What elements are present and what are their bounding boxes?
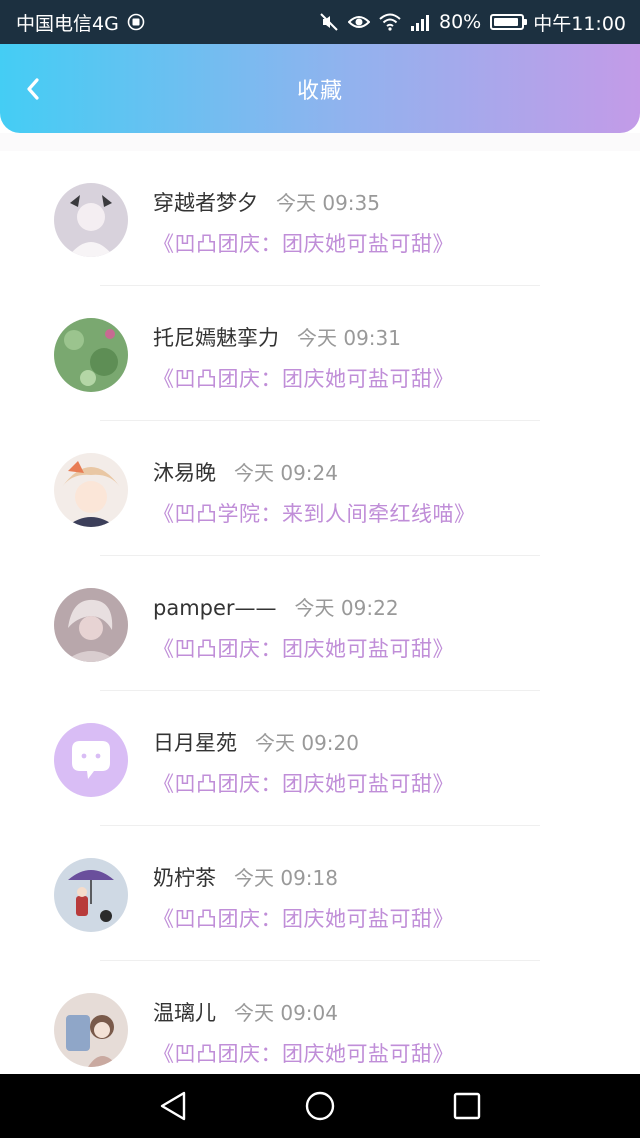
name-row: 奶柠茶 今天 09:18 <box>153 862 338 892</box>
name-row: 沐易晚 今天 09:24 <box>153 457 338 487</box>
song-title[interactable]: 《凹凸团庆：团庆她可盐可甜》 <box>153 903 454 933</box>
signal-icon <box>410 13 430 31</box>
home-circle-icon <box>305 1091 335 1121</box>
status-bar: 中国电信4G 80% 中午11:00 <box>0 0 640 44</box>
sim-icon <box>127 13 145 31</box>
song-title[interactable]: 《凹凸团庆：团庆她可盐可甜》 <box>153 768 454 798</box>
status-right: 80% 中午11:00 <box>319 9 626 36</box>
user-name[interactable]: 温璃儿 <box>153 997 216 1027</box>
list-item[interactable]: 托尼嫣魅挛力 今天 09:31 《凹凸团庆：团庆她可盐可甜》 <box>0 286 640 421</box>
song-title[interactable]: 《凹凸团庆：团庆她可盐可甜》 <box>153 363 454 393</box>
system-nav-bar <box>0 1074 640 1138</box>
timestamp: 今天 09:24 <box>234 461 338 485</box>
song-title[interactable]: 《凹凸团庆：团庆她可盐可甜》 <box>153 633 454 663</box>
timestamp: 今天 09:35 <box>276 191 380 215</box>
avatar[interactable] <box>54 318 128 392</box>
name-row: 温璃儿 今天 09:04 <box>153 997 338 1027</box>
avatar[interactable] <box>54 183 128 257</box>
user-name[interactable]: 穿越者梦夕 <box>153 187 258 217</box>
name-row: 穿越者梦夕 今天 09:35 <box>153 187 380 217</box>
name-row: pamper—— 今天 09:22 <box>153 592 399 621</box>
list-item[interactable]: 温璃儿 今天 09:04 《凹凸团庆：团庆她可盐可甜》 <box>0 961 640 1074</box>
back-triangle-icon <box>161 1091 186 1121</box>
list-item[interactable]: 奶柠茶 今天 09:18 《凹凸团庆：团庆她可盐可甜》 <box>0 826 640 961</box>
song-title[interactable]: 《凹凸团庆：团庆她可盐可甜》 <box>153 228 454 258</box>
mute-icon <box>319 12 339 32</box>
carrier-label: 中国电信4G <box>16 12 119 35</box>
wifi-icon <box>379 13 401 31</box>
user-name[interactable]: pamper—— <box>153 596 277 620</box>
user-name[interactable]: 托尼嫣魅挛力 <box>153 322 279 352</box>
battery-icon <box>490 14 528 30</box>
name-row: 日月星苑 今天 09:20 <box>153 727 359 757</box>
avatar[interactable] <box>54 858 128 932</box>
favorites-list: 穿越者梦夕 今天 09:35 《凹凸团庆：团庆她可盐可甜》 托尼嫣魅挛力 今天 … <box>0 151 640 1074</box>
nav-recents-button[interactable] <box>437 1076 497 1136</box>
user-name[interactable]: 日月星苑 <box>153 727 237 757</box>
eye-icon <box>348 14 370 30</box>
header: 收藏 <box>0 44 640 133</box>
nav-home-button[interactable] <box>290 1076 350 1136</box>
nav-back-button[interactable] <box>143 1076 203 1136</box>
user-name[interactable]: 奶柠茶 <box>153 862 216 892</box>
avatar[interactable] <box>54 453 128 527</box>
battery-percent: 80% <box>439 11 482 33</box>
list-item[interactable]: 日月星苑 今天 09:20 《凹凸团庆：团庆她可盐可甜》 <box>0 691 640 826</box>
page-title: 收藏 <box>296 78 343 104</box>
header-gap <box>0 133 640 151</box>
list-item[interactable]: 沐易晚 今天 09:24 《凹凸学院：来到人间牵红线喵》 <box>0 421 640 556</box>
timestamp: 今天 09:20 <box>255 731 359 755</box>
user-name[interactable]: 沐易晚 <box>153 457 216 487</box>
song-title[interactable]: 《凹凸团庆：团庆她可盐可甜》 <box>153 1038 454 1068</box>
avatar[interactable] <box>54 723 128 797</box>
timestamp: 今天 09:18 <box>234 866 338 890</box>
timestamp: 今天 09:04 <box>234 1001 338 1025</box>
recents-square-icon <box>453 1092 480 1120</box>
avatar[interactable] <box>54 993 128 1067</box>
avatar[interactable] <box>54 588 128 662</box>
name-row: 托尼嫣魅挛力 今天 09:31 <box>153 322 401 352</box>
status-left: 中国电信4G <box>16 9 145 36</box>
timestamp: 今天 09:22 <box>294 596 399 620</box>
list-item[interactable]: pamper—— 今天 09:22 《凹凸团庆：团庆她可盐可甜》 <box>0 556 640 691</box>
timestamp: 今天 09:31 <box>297 326 401 350</box>
song-title[interactable]: 《凹凸学院：来到人间牵红线喵》 <box>153 498 476 528</box>
clock: 中午11:00 <box>533 12 626 35</box>
list-item[interactable]: 穿越者梦夕 今天 09:35 《凹凸团庆：团庆她可盐可甜》 <box>0 151 640 286</box>
